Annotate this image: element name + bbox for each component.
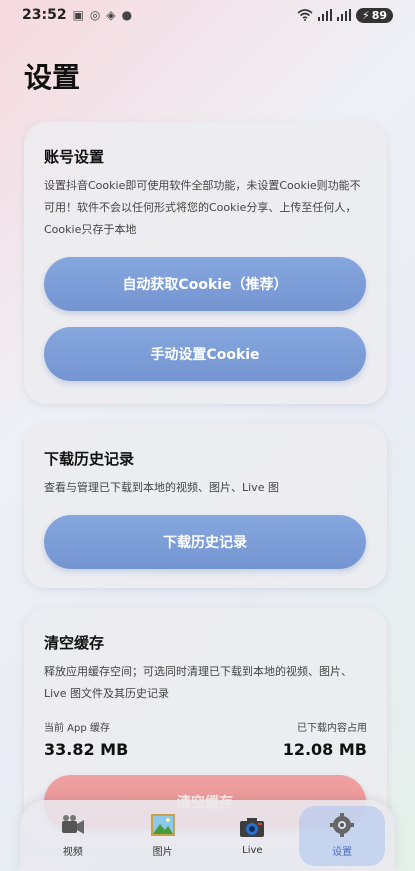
gear-icon: [330, 813, 355, 837]
cache-stats: 当前 App 缓存 33.82 MB 已下载内容占用 12.08 MB: [44, 719, 367, 759]
tab-video[interactable]: 视频: [30, 806, 116, 866]
picture-icon: [150, 814, 175, 836]
tab-settings-label: 设置: [332, 847, 353, 858]
downloaded-stat: 已下载内容占用 12.08 MB: [283, 719, 367, 759]
video-camera-icon: [61, 815, 84, 834]
diamond-notification-icon: ◈: [106, 8, 116, 22]
image-notification-icon: ▣: [72, 8, 84, 22]
downloaded-value: 12.08 MB: [282, 740, 367, 759]
app-cache-value: 33.82 MB: [44, 740, 129, 759]
tab-pictures-label: 图片: [152, 847, 173, 858]
downloaded-label: 已下载内容占用: [297, 723, 367, 734]
dot-notification-icon: ●: [121, 8, 133, 22]
target-notification-icon: ◎: [89, 8, 101, 22]
clear-cache-description: 释放应用缓存空间；可选同时清理已下载到本地的视频、图片、Live 图文件及其历史…: [44, 665, 352, 700]
download-history-description: 查看与管理已下载到本地的视频、图片、Live 图: [44, 481, 279, 494]
download-history-title: 下载历史记录: [44, 450, 135, 468]
status-left: 23:52 ▣ ◎ ◈ ●: [22, 7, 132, 23]
camera-icon: [240, 818, 265, 837]
tab-video-label: 视频: [62, 847, 83, 858]
bottom-tab-bar: 视频 图片 Live 设置: [20, 800, 395, 871]
account-settings-title: 账号设置: [44, 148, 105, 166]
manual-set-cookie-button[interactable]: 手动设置Cookie: [44, 327, 366, 381]
tab-settings[interactable]: 设置: [299, 805, 386, 866]
wifi-icon: [297, 9, 313, 21]
battery-indicator: ⚡ 89: [355, 7, 393, 23]
app-cache-label: 当前 App 缓存: [44, 723, 110, 734]
auto-get-cookie-button[interactable]: 自动获取Cookie（推荐）: [44, 257, 366, 311]
signal-icon-2: [336, 9, 351, 21]
charging-icon: ⚡: [361, 8, 370, 22]
clear-cache-title: 清空缓存: [44, 634, 105, 652]
account-settings-card: 账号设置 设置抖音Cookie即可使用软件全部功能，未设置Cookie则功能不可…: [24, 122, 387, 404]
tab-live-label: Live: [242, 845, 263, 856]
clock: 23:52: [22, 7, 67, 23]
download-history-button[interactable]: 下载历史记录: [44, 515, 366, 569]
status-bar: 23:52 ▣ ◎ ◈ ● ⚡ 89: [0, 0, 415, 30]
page-title: 设置: [24, 61, 81, 94]
app-cache-stat: 当前 App 缓存 33.82 MB: [44, 719, 128, 759]
battery-level: 89: [371, 8, 387, 22]
download-history-card: 下载历史记录 查看与管理已下载到本地的视频、图片、Live 图 下载历史记录: [24, 424, 387, 588]
tab-pictures[interactable]: 图片: [120, 806, 206, 866]
tab-live[interactable]: Live: [209, 806, 295, 866]
signal-icon: [317, 9, 332, 21]
account-settings-description: 设置抖音Cookie即可使用软件全部功能，未设置Cookie则功能不可用！软件不…: [44, 179, 361, 236]
status-right: ⚡ 89: [297, 7, 393, 23]
